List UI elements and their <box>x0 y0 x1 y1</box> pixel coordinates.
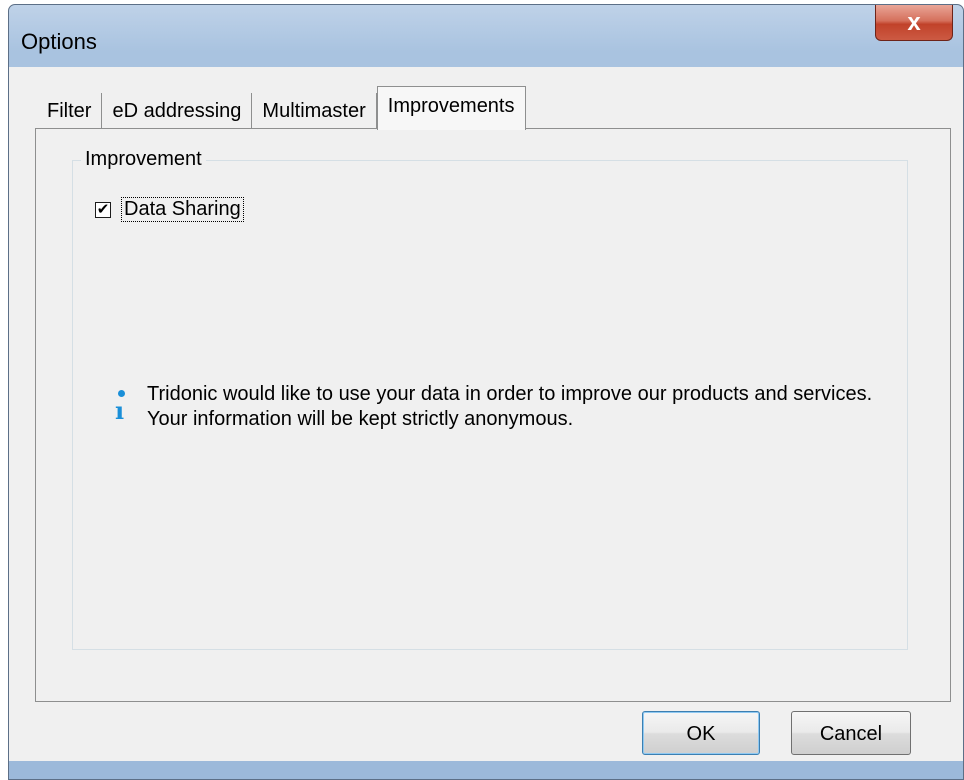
tab-multimaster[interactable]: Multimaster <box>252 93 377 129</box>
info-icon: ı <box>113 390 133 430</box>
tab-improvements[interactable]: Improvements <box>376 86 526 130</box>
ok-button[interactable]: OK <box>642 711 760 755</box>
improvement-groupbox: Improvement ✔ Data Sharing ı Tridonic wo… <box>72 148 908 650</box>
window-title: Options <box>21 29 97 54</box>
close-button[interactable]: x <box>875 5 953 41</box>
check-mark-icon: ✔ <box>96 201 110 218</box>
tab-ed-addressing[interactable]: eD addressing <box>102 93 253 129</box>
improvement-group-label: Improvement <box>81 148 206 171</box>
data-sharing-label[interactable]: Data Sharing <box>121 197 244 222</box>
cancel-button[interactable]: Cancel <box>791 711 911 755</box>
data-sharing-option[interactable]: ✔ Data Sharing <box>95 197 244 222</box>
close-icon: x <box>907 8 921 36</box>
dialog-client-area: Filter eD addressing Multimaster Improve… <box>9 67 963 761</box>
info-text: Tridonic would like to use your data in … <box>147 383 873 430</box>
options-dialog: Options x Filter eD addressing Multimast… <box>8 4 964 780</box>
info-message: ı Tridonic would like to use your data i… <box>113 382 873 432</box>
tab-strip: Filter eD addressing Multimaster Improve… <box>37 85 526 130</box>
data-sharing-checkbox[interactable]: ✔ <box>95 201 111 218</box>
improvements-tab-panel: Improvement ✔ Data Sharing ı Tridonic wo… <box>35 128 951 702</box>
tab-filter[interactable]: Filter <box>37 93 103 129</box>
